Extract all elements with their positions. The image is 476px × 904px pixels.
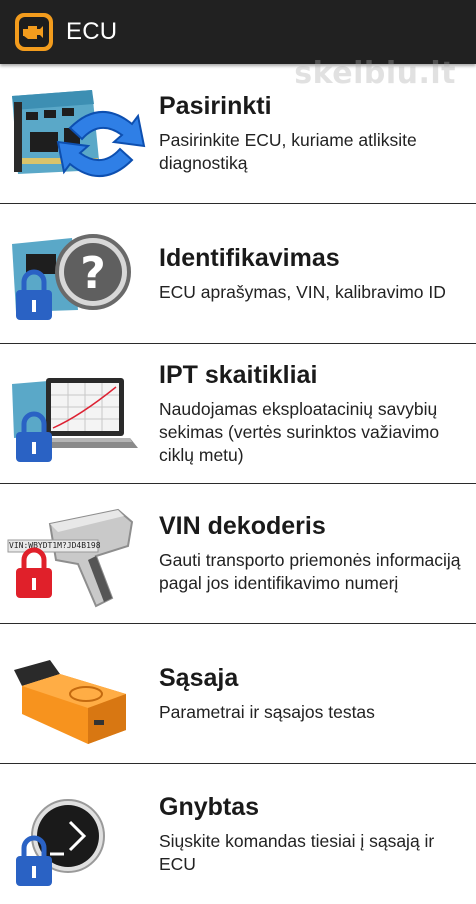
item-description: Parametrai ir sąsajos testas <box>159 701 375 722</box>
item-title: Pasirinkti <box>159 92 272 120</box>
menu-item-sasaja[interactable]: Sąsaja Parametrai ir sąsajos testas <box>0 624 476 764</box>
lock-icon <box>16 269 52 320</box>
item-description: Pasirinkite ECU, kuriame atliksite diagn… <box>159 130 417 173</box>
terminal-icon <box>0 774 150 894</box>
item-description: Naudojamas eksploatacinių savybių sekima… <box>159 398 440 465</box>
laptop-chart-icon <box>0 354 150 474</box>
menu-item-vin-dekoderis[interactable]: VIN:WBYDT1M?JD4B198 VIN dekoderis Gauti … <box>0 484 476 624</box>
app-title: ECU <box>66 18 118 45</box>
item-description: Siųskite komandas tiesiai į sąsają ir EC… <box>159 830 435 874</box>
obd-adapter-icon <box>0 634 150 754</box>
lock-icon <box>16 835 52 886</box>
menu-list: Pasirinkti Pasirinkite ECU, kuriame atli… <box>0 64 476 904</box>
item-title: IPT skaitikliai <box>159 360 318 389</box>
item-description: ECU aprašymas, VIN, kalibravimo ID <box>159 281 446 302</box>
engine-check-icon[interactable] <box>14 12 54 52</box>
question-mark-icon: ? <box>0 214 150 334</box>
item-description: Gauti transporto priemonės informaciją p… <box>159 550 461 593</box>
item-title: Gnybtas <box>159 792 260 821</box>
ecu-board-arrows-icon <box>0 74 150 194</box>
menu-item-ipt-skaitikliai[interactable]: IPT skaitikliai Naudojamas eksploatacini… <box>0 344 476 484</box>
item-title: Sąsaja <box>159 663 239 692</box>
watermark: skelbiu.lt <box>294 56 456 91</box>
app-bar: ECU <box>0 0 476 64</box>
lock-icon <box>16 411 52 462</box>
barcode-scanner-icon: VIN:WBYDT1M?JD4B198 <box>0 494 150 614</box>
item-title: VIN dekoderis <box>159 512 326 540</box>
vin-label: VIN:WBYDT1M?JD4B198 <box>9 540 101 550</box>
menu-item-gnybtas[interactable]: Gnybtas Siųskite komandas tiesiai į sąsa… <box>0 764 476 904</box>
menu-item-identifikavimas[interactable]: ? Identifikavimas ECU aprašymas, VIN, ka… <box>0 204 476 344</box>
item-title: Identifikavimas <box>159 243 340 272</box>
